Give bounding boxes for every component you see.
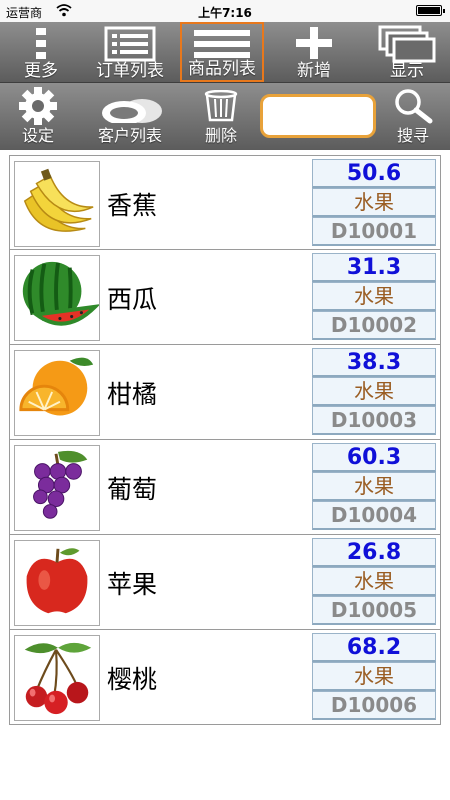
product-row[interactable]: 香蕉 50.6 水果 D10001	[9, 155, 441, 250]
delete-button[interactable]: 删除	[190, 83, 252, 150]
secondary-toolbar: 设定 客户列表 删除 搜寻	[0, 82, 450, 150]
product-price: 68.2	[312, 633, 436, 662]
product-code: D10003	[312, 406, 436, 435]
watermelon-icon	[22, 261, 99, 326]
product-category: 水果	[312, 662, 436, 691]
product-thumbnail	[14, 635, 100, 721]
delete-label: 删除	[204, 126, 237, 145]
product-code: D10006	[312, 691, 436, 720]
product-code: D10002	[312, 311, 436, 340]
product-thumbnail	[14, 350, 100, 436]
product-category: 水果	[312, 188, 436, 217]
settings-button[interactable]: 设定	[0, 83, 76, 150]
product-details: 50.6 水果 D10001	[312, 159, 436, 248]
product-category: 水果	[312, 472, 436, 501]
product-name: 葡萄	[107, 475, 158, 504]
customer-list-button[interactable]: 客户列表	[84, 83, 176, 150]
product-list-button[interactable]: 商品列表	[180, 22, 264, 82]
product-category: 水果	[312, 282, 436, 311]
product-row[interactable]: 苹果 26.8 水果 D10005	[9, 535, 441, 630]
product-price: 31.3	[312, 253, 436, 282]
banana-icon	[23, 168, 94, 232]
product-price: 50.6	[312, 159, 436, 188]
add-label: 新增	[297, 61, 331, 81]
cherry-icon	[24, 642, 92, 715]
order-list-button[interactable]: 订单列表	[82, 22, 178, 82]
product-price: 26.8	[312, 538, 436, 567]
product-name: 樱桃	[107, 665, 158, 694]
search-icon	[395, 89, 433, 124]
product-name: 苹果	[107, 570, 158, 599]
add-button[interactable]: 新增	[266, 22, 362, 82]
product-details: 31.3 水果 D10002	[312, 253, 436, 342]
main-toolbar: 更多 订单列表 商品列表 新增 显示	[0, 22, 450, 82]
gear-icon	[19, 87, 57, 125]
product-code: D10001	[312, 217, 436, 246]
more-label: 更多	[24, 61, 58, 81]
apple-icon	[26, 548, 88, 614]
display-button[interactable]: 显示	[364, 22, 450, 82]
product-row[interactable]: 葡萄 60.3 水果 D10004	[9, 440, 441, 535]
plus-icon	[296, 27, 332, 59]
users-icon	[102, 99, 162, 123]
order-list-label: 订单列表	[96, 61, 164, 81]
grapes-icon	[33, 450, 88, 519]
product-list-label: 商品列表	[188, 59, 256, 79]
orange-icon	[19, 357, 94, 416]
status-bar: 运营商 上午7:16	[0, 0, 450, 22]
display-label: 显示	[390, 61, 424, 81]
customer-list-label: 客户列表	[97, 126, 162, 145]
search-button[interactable]: 搜寻	[380, 83, 446, 150]
product-details: 26.8 水果 D10005	[312, 538, 436, 627]
settings-label: 设定	[21, 126, 54, 145]
product-category: 水果	[312, 377, 436, 406]
product-price: 60.3	[312, 443, 436, 472]
product-code: D10004	[312, 501, 436, 530]
product-list: 香蕉 50.6 水果 D10001 西瓜 31.3 水果 D10002 柑橘 3…	[9, 155, 441, 725]
product-details: 68.2 水果 D10006	[312, 633, 436, 722]
search-input[interactable]	[260, 94, 376, 138]
trash-icon	[204, 90, 238, 122]
product-thumbnail	[14, 445, 100, 531]
product-details: 38.3 水果 D10003	[312, 348, 436, 437]
product-name: 柑橘	[107, 380, 158, 409]
search-label: 搜寻	[396, 126, 429, 145]
product-thumbnail	[14, 161, 100, 247]
product-row[interactable]: 柑橘 38.3 水果 D10003	[9, 345, 441, 440]
more-button[interactable]: 更多	[0, 22, 82, 82]
product-name: 西瓜	[107, 285, 158, 314]
product-details: 60.3 水果 D10004	[312, 443, 436, 532]
product-price: 38.3	[312, 348, 436, 377]
product-thumbnail	[14, 255, 100, 341]
clock: 上午7:16	[198, 6, 252, 20]
product-row[interactable]: 樱桃 68.2 水果 D10006	[9, 630, 441, 725]
product-code: D10005	[312, 596, 436, 625]
product-category: 水果	[312, 567, 436, 596]
product-thumbnail	[14, 540, 100, 626]
product-row[interactable]: 西瓜 31.3 水果 D10002	[9, 250, 441, 345]
product-name: 香蕉	[107, 191, 158, 220]
battery-icon	[416, 5, 445, 16]
